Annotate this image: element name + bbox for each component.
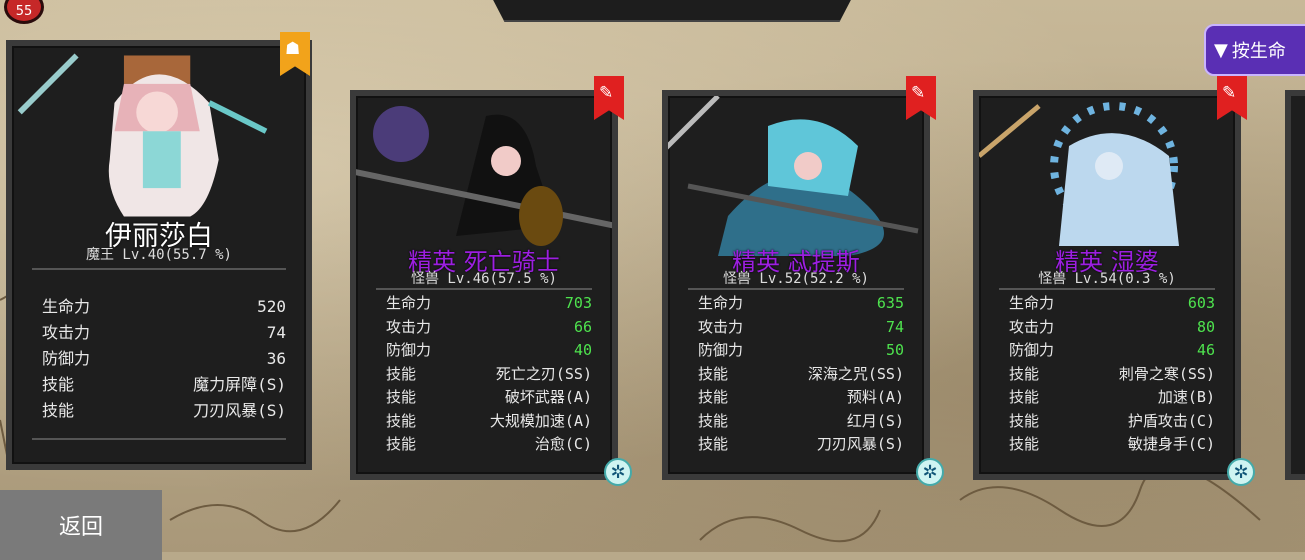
demon-icon: ☗ — [285, 39, 301, 59]
star-icon: ✲ — [916, 458, 944, 486]
stat-row: 防御力 46 — [1009, 341, 1215, 359]
stat-row: 攻击力 66 — [386, 317, 592, 336]
monster-stats: 生命力 603 攻击力 80 防御力 46 技能 刺骨之寒(SS) 技能 加速(B) 技能… — [1009, 292, 1215, 457]
star-icon: ✲ — [604, 458, 632, 486]
stat-row: 防御力 36 — [42, 349, 286, 368]
stat-row: 技能 死亡之刃(SS) — [386, 364, 592, 383]
next-card-edge[interactable] — [1285, 90, 1305, 480]
stat-row: 技能 破坏武器(A) — [386, 388, 592, 406]
stat-row: 技能 深海之咒(SS) — [698, 364, 904, 383]
stat-row: 技能 大规模加速(A) — [386, 411, 592, 430]
monster-card[interactable]: ✎ 精英 湿婆 怪兽 Lv.54(0.3 %) 生命力 603 攻击力 80 防御力… — [973, 76, 1255, 486]
divider — [32, 268, 286, 280]
stat-row: 技能 加速(B) — [1009, 388, 1215, 406]
sort-by-hp-button[interactable]: ▼ 按生命 — [1204, 24, 1305, 76]
monster-level: 怪兽 Lv.54(0.3 %) — [1038, 271, 1176, 287]
stat-row: 技能 魔力屏障(S) — [42, 375, 286, 394]
monster-stats: 生命力 703 攻击力 66 防御力 40 技能 死亡之刃(SS) 技能 破坏武器(A) … — [386, 292, 592, 457]
top-title-tab — [490, 0, 854, 22]
monster-card[interactable]: ✎ 精英 死亡骑士 怪兽 Lv.46(57.5 %) 生命力 703 攻击力 66 … — [350, 76, 632, 486]
hero-stats: 生命力 520 攻击力 74 防御力 36 技能 魔力屏障(S) 技能 刀刃风暴(S) — [42, 294, 286, 424]
stat-row: 生命力 603 — [1009, 294, 1215, 312]
stat-row: 技能 护盾攻击(C) — [1009, 411, 1215, 430]
sort-label: 按生命 — [1231, 41, 1286, 62]
stat-row: 攻击力 80 — [1009, 317, 1215, 336]
hero-card[interactable]: ☗ 伊丽莎白 魔王 Lv.40(55.7 %) 生命力 520 攻击力 74 防御力… — [6, 32, 312, 470]
sword-icon: ✎ — [1222, 83, 1237, 103]
sword-icon: ✎ — [911, 83, 926, 103]
monster-level: 怪兽 Lv.46(57.5 %) — [410, 271, 557, 287]
stat-row: 生命力 520 — [42, 297, 286, 316]
stat-row: 生命力 703 — [386, 294, 592, 312]
stat-row: 技能 红月(S) — [698, 411, 904, 430]
stat-row: 防御力 40 — [386, 341, 592, 359]
stat-row: 技能 治愈(C) — [386, 435, 592, 453]
sword-icon: ✎ — [599, 83, 614, 103]
stat-row: 技能 刺骨之寒(SS) — [1009, 364, 1215, 383]
stat-row: 攻击力 74 — [42, 323, 286, 342]
hero-portrait — [17, 53, 268, 217]
stat-row: 技能 敏捷身手(C) — [1009, 435, 1215, 453]
stat-row: 防御力 50 — [698, 341, 904, 359]
stat-row: 技能 刀刃风暴(S) — [42, 401, 286, 420]
divider — [32, 438, 286, 450]
star-icon: ✲ — [1227, 458, 1255, 486]
back-button[interactable]: 返回 — [0, 490, 162, 560]
monster-level: 怪兽 Lv.52(52.2 %) — [722, 271, 869, 287]
stat-row: 攻击力 74 — [698, 317, 904, 336]
stat-row: 生命力 635 — [698, 294, 904, 312]
monster-card[interactable]: ✎ 精英 忒提斯 怪兽 Lv.52(52.2 %) 生命力 635 攻击力 74 防… — [662, 76, 944, 486]
stat-row: 技能 预料(A) — [698, 388, 904, 406]
hero-level: 魔王 Lv.40(55.7 %) — [85, 247, 232, 263]
monster-stats: 生命力 635 攻击力 74 防御力 50 技能 深海之咒(SS) 技能 预料(A) 技能… — [698, 292, 904, 457]
stat-row: 技能 刀刃风暴(S) — [698, 435, 904, 453]
filter-icon: ▼ — [1214, 39, 1228, 61]
